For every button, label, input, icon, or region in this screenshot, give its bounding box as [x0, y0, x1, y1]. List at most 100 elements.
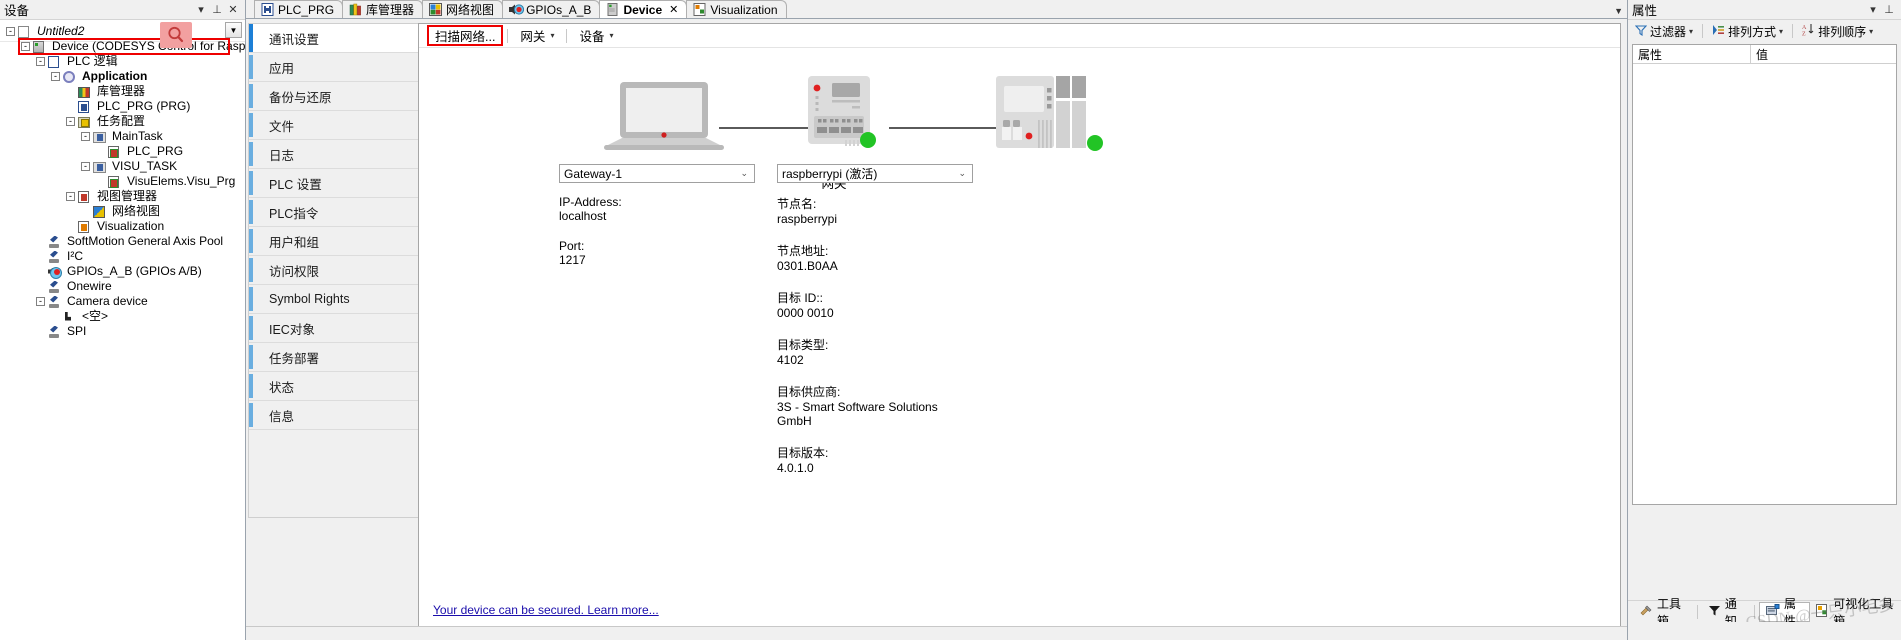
device-category-13[interactable]: 信息: [249, 401, 423, 430]
gateway-menu-button[interactable]: 网关 ▾: [512, 26, 562, 45]
tree-expander[interactable]: -: [36, 297, 45, 306]
gateway-fields: IP-Address: localhost Port: 1217: [559, 195, 755, 267]
device-category-10[interactable]: IEC对象: [249, 314, 423, 343]
close-icon[interactable]: ✕: [225, 2, 241, 18]
plc-logic-icon: [48, 55, 64, 69]
tree-node[interactable]: 库管理器: [0, 84, 245, 99]
tree-expander[interactable]: -: [36, 57, 45, 66]
visualization-icon: [693, 3, 706, 16]
device-category-1[interactable]: 应用: [249, 53, 423, 82]
device-tree[interactable]: -Untitled2-Device (CODESYS Control for R…: [0, 22, 245, 622]
tree-node[interactable]: - MainTask: [0, 129, 245, 144]
device-category-8[interactable]: 访问权限: [249, 256, 423, 285]
device-category-5[interactable]: PLC 设置: [249, 169, 423, 198]
tree-node[interactable]: - Untitled2: [0, 24, 245, 39]
tab-label: 库管理器: [366, 3, 415, 17]
devices-panel-title: 设备: [4, 4, 30, 18]
properties-footer-可视化工具箱[interactable]: 可视化工具箱: [1810, 597, 1901, 628]
properties-footer-tabs[interactable]: 工具箱 通知 属性 可视化工具箱: [1628, 597, 1901, 628]
tree-node[interactable]: <空>: [0, 309, 245, 324]
properties-panel: 属性 ▾ ⊥ 过滤器 ▾ 排列方式 ▾ A Z 排列顺序 ▾ 属性 值 工具箱 …: [1627, 0, 1901, 640]
device-category-list[interactable]: 通讯设置 应用 备份与还原 文件 日志 PLC 设置 PLC指令 用户和组 访问权限 Symbol…: [248, 23, 423, 518]
filter-button[interactable]: 过滤器 ▾: [1632, 22, 1696, 40]
tree-node[interactable]: Visualization: [0, 219, 245, 234]
tree-node[interactable]: VisuElems.Visu_Prg: [0, 174, 245, 189]
tree-node[interactable]: SPI: [0, 324, 245, 339]
tree-node[interactable]: - 任务配置: [0, 114, 245, 129]
tab-device[interactable]: Device ✕: [599, 0, 688, 18]
device-category-11[interactable]: 任务部署: [249, 343, 423, 372]
tab-visualization[interactable]: Visualization: [686, 0, 787, 18]
chevron-down-icon: ▾: [1779, 26, 1784, 36]
device-category-6[interactable]: PLC指令: [249, 198, 423, 227]
tree-node[interactable]: GPIOs_A_B (GPIOs A/B): [0, 264, 245, 279]
pin-icon[interactable]: ⊥: [1881, 2, 1897, 18]
tree-node[interactable]: - PLC 逻辑: [0, 54, 245, 69]
tree-node[interactable]: SoftMotion General Axis Pool: [0, 234, 245, 249]
tree-node[interactable]: - VISU_TASK: [0, 159, 245, 174]
gateway-select[interactable]: Gateway-1 ⌄: [559, 164, 755, 183]
tree-node-label: MainTask: [112, 129, 163, 143]
plc-status-dot: [1087, 135, 1103, 151]
device-category-0[interactable]: 通讯设置: [249, 24, 423, 53]
chevron-down-icon[interactable]: ▼: [1614, 6, 1623, 16]
search-icon[interactable]: [160, 22, 192, 48]
visu-manager-icon: [78, 190, 94, 204]
wire-laptop-gateway: [719, 127, 809, 129]
pin-icon[interactable]: ⊥: [209, 2, 225, 18]
tree-node-label: Onewire: [67, 279, 112, 293]
properties-footer-separator: [1696, 604, 1698, 619]
tab-plc-prg[interactable]: PLC_PRG: [254, 0, 344, 18]
tab--[interactable]: 库管理器: [342, 0, 424, 18]
scan-network-button[interactable]: 扫描网络...: [427, 25, 504, 46]
device-category-2[interactable]: 备份与还原: [249, 82, 423, 111]
tree-node[interactable]: - Device (CODESYS Control for Raspberry P…: [0, 38, 245, 55]
tree-node[interactable]: I²C: [0, 249, 245, 264]
device-category-3[interactable]: 文件: [249, 111, 423, 140]
filter-label: 过滤器: [1650, 24, 1687, 39]
tree-expander[interactable]: -: [81, 162, 90, 171]
device-menu-button[interactable]: 设备 ▾: [571, 26, 621, 45]
device-category-12[interactable]: 状态: [249, 372, 423, 401]
tree-expander[interactable]: -: [66, 192, 75, 201]
codesys-window: 设备 ▾ ⊥ ✕ ▼ -Untitled2-Device (CODESYS Co…: [0, 0, 1901, 640]
tree-expander[interactable]: -: [21, 42, 30, 51]
tree-node[interactable]: - 视图管理器: [0, 189, 245, 204]
gateway-status-dot: [860, 132, 876, 148]
chevron-down-icon: ▾: [1689, 26, 1694, 36]
tab--[interactable]: 网络视图: [422, 0, 504, 18]
device-select[interactable]: raspberrypi (激活) ⌄: [777, 164, 973, 183]
properties-grid[interactable]: 属性 值: [1632, 44, 1897, 505]
tree-node[interactable]: PLC_PRG: [0, 144, 245, 159]
device-category-7[interactable]: 用户和组: [249, 227, 423, 256]
tree-node[interactable]: PLC_PRG (PRG): [0, 99, 245, 114]
device-category-4[interactable]: 日志: [249, 140, 423, 169]
properties-footer-通知[interactable]: 通知: [1702, 597, 1750, 628]
device-field: 节点名: raspberrypi: [777, 195, 973, 226]
secure-device-link[interactable]: Your device can be secured. Learn more..…: [433, 603, 659, 617]
sort-order-button[interactable]: A Z 排列顺序 ▾: [1799, 22, 1876, 40]
dropdown-icon[interactable]: ▾: [1865, 2, 1881, 18]
tree-node[interactable]: 网络视图: [0, 204, 245, 219]
toolbar-separator-2: [566, 28, 568, 43]
tree-expander[interactable]: -: [6, 27, 15, 36]
dropdown-icon[interactable]: ▾: [193, 2, 209, 18]
tree-node-label: 任务配置: [97, 114, 146, 128]
tab-gpios-a-b[interactable]: GPIOs_A_B: [502, 0, 601, 18]
tree-expander[interactable]: -: [66, 117, 75, 126]
close-icon[interactable]: ✕: [669, 3, 678, 16]
editor-tabstrip[interactable]: PLC_PRG 库管理器 网络视图 GPIOs_A_B Device ✕ Visualiza…: [246, 0, 1627, 19]
sort-by-button[interactable]: 排列方式 ▾: [1709, 22, 1786, 40]
tree-expander[interactable]: -: [81, 132, 90, 141]
tree-node[interactable]: Onewire: [0, 279, 245, 294]
properties-footer-工具箱[interactable]: 工具箱: [1634, 597, 1693, 628]
gateway-menu-label: 网关: [520, 30, 546, 44]
device-category-9[interactable]: Symbol Rights: [249, 285, 423, 314]
tab-label: 网络视图: [446, 3, 495, 17]
tree-expander[interactable]: -: [51, 72, 60, 81]
properties-footer-属性[interactable]: 属性: [1759, 597, 1811, 628]
tree-node-label: PLC_PRG (PRG): [97, 99, 191, 113]
properties-panel-title: 属性: [1632, 4, 1658, 18]
tree-node[interactable]: - Camera device: [0, 294, 245, 309]
tree-node[interactable]: - Application: [0, 69, 245, 84]
